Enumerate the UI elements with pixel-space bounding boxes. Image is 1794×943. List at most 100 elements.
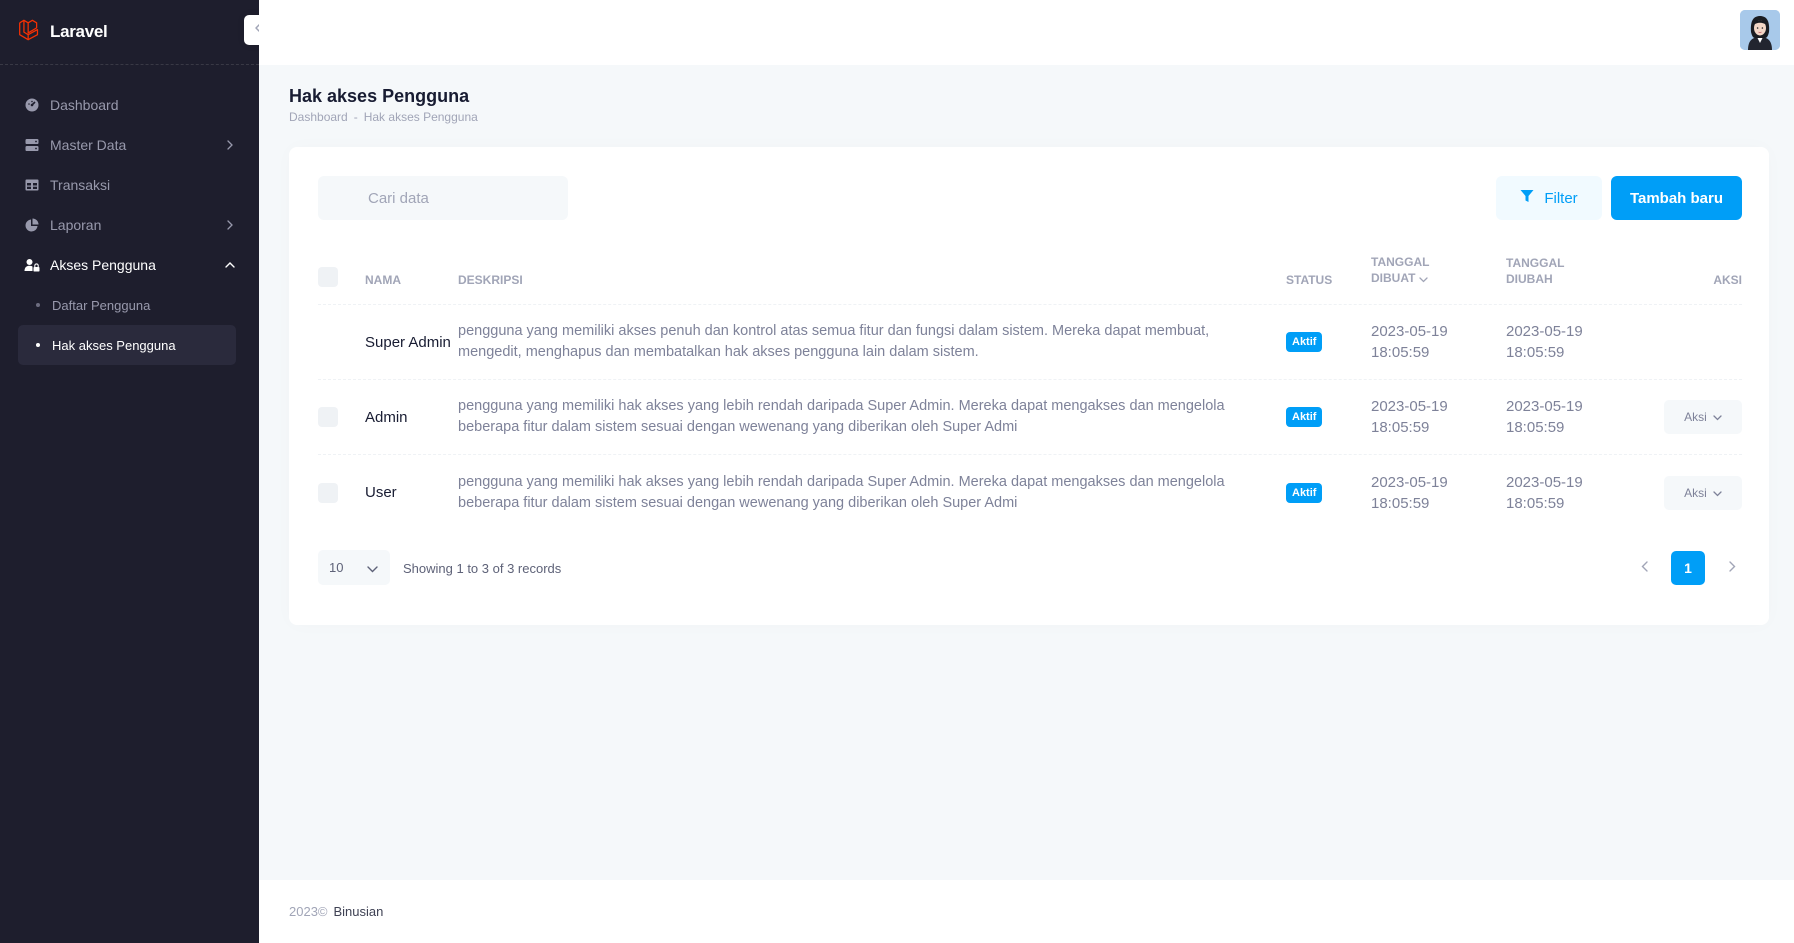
row-action-button[interactable]: Aksi	[1664, 400, 1742, 434]
chevron-down-icon	[367, 561, 378, 576]
search-input[interactable]	[318, 176, 568, 220]
sidebar-item-label: Akses Pengguna	[50, 257, 156, 273]
updated-date-value: 2023-05-19	[1506, 323, 1583, 340]
chevron-up-icon	[225, 260, 235, 270]
sidebar-item-label: Transaksi	[50, 177, 111, 193]
role-name: User	[365, 484, 397, 501]
column-header-updated-line1: TANGGAL	[1506, 256, 1565, 270]
column-header-created-line1: TANGGAL	[1371, 255, 1430, 270]
sidebar: Laravel Dashboard Master Data Transaksi …	[0, 0, 275, 943]
user-lock-icon	[24, 257, 40, 273]
topbar	[259, 0, 1794, 65]
chevron-right-icon	[225, 140, 235, 150]
row-action-label: Aksi	[1684, 485, 1707, 500]
per-page-value: 10	[329, 560, 344, 575]
prev-page-button[interactable]	[1637, 561, 1651, 575]
sidebar-subitem-hak-akses-pengguna[interactable]: Hak akses Pengguna	[18, 325, 236, 365]
roles-card: Filter Tambah baru NAMA DESKRIPSI STATUS…	[289, 147, 1769, 625]
created-date-value: 2023-05-19	[1371, 473, 1448, 491]
table-header: NAMA DESKRIPSI STATUS TANGGAL DIBUAT TAN…	[318, 243, 1742, 305]
table-row: Super Admin pengguna yang memiliki akses…	[318, 305, 1742, 380]
column-header-updated-line2: DIUBAH	[1506, 272, 1553, 286]
server-icon	[24, 137, 40, 153]
sidebar-item-transaksi[interactable]: Transaksi	[0, 165, 259, 205]
table-row: User pengguna yang memiliki hak akses ya…	[318, 455, 1742, 530]
column-header-action: AKSI	[1713, 273, 1742, 287]
sidebar-item-dashboard[interactable]: Dashboard	[0, 85, 259, 125]
sidebar-subitem-label: Hak akses Pengguna	[52, 337, 176, 353]
sidebar-menu: Dashboard Master Data Transaksi Laporan	[0, 65, 259, 365]
pagination: 1	[1637, 551, 1739, 585]
created-time-value: 18:05:59	[1371, 494, 1430, 512]
column-header-status[interactable]: STATUS	[1286, 273, 1371, 287]
updated-date-value: 2023-05-19	[1506, 398, 1583, 415]
breadcrumb: Dashboard - Hak akses Pengguna	[289, 110, 478, 124]
updated-time-value: 18:05:59	[1506, 419, 1565, 436]
sidebar-subitem-label: Daftar Pengguna	[52, 297, 151, 313]
column-header-desc[interactable]: DESKRIPSI	[458, 273, 1286, 287]
app-logo[interactable]: Laravel	[18, 19, 108, 46]
sidebar-item-master-data[interactable]: Master Data	[0, 125, 259, 165]
created-time-value: 18:05:59	[1371, 344, 1430, 361]
sidebar-item-label: Dashboard	[50, 97, 119, 113]
updated-time-value: 18:05:59	[1506, 344, 1565, 361]
role-description: pengguna yang memiliki hak akses yang le…	[458, 398, 1225, 435]
created-date-value: 2023-05-19	[1371, 398, 1448, 415]
footer-year: 2023©	[289, 904, 328, 919]
chevron-down-icon	[1713, 410, 1722, 424]
role-description: pengguna yang memiliki hak akses yang le…	[458, 473, 1225, 511]
created-date-value: 2023-05-19	[1371, 323, 1448, 340]
sidebar-item-label: Master Data	[50, 137, 127, 153]
add-new-button[interactable]: Tambah baru	[1611, 176, 1742, 220]
per-page-select[interactable]: 10	[318, 550, 390, 585]
page-title: Hak akses Pengguna	[289, 86, 470, 106]
chevron-left-icon	[1641, 559, 1648, 577]
sidebar-item-laporan[interactable]: Laporan	[0, 205, 259, 245]
role-description: pengguna yang memiliki akses penuh dan k…	[458, 323, 1210, 360]
table-icon	[24, 177, 40, 193]
filter-button[interactable]: Filter	[1496, 176, 1602, 220]
page-footer: 2023© Binusian	[259, 880, 1794, 943]
bullet-icon	[36, 343, 40, 347]
chevron-right-icon	[1728, 559, 1736, 577]
sidebar-item-label: Laporan	[50, 217, 102, 233]
column-header-name[interactable]: NAMA	[365, 273, 458, 287]
select-all-checkbox[interactable]	[318, 267, 338, 287]
laravel-logo-icon	[18, 19, 40, 46]
next-page-button[interactable]	[1725, 561, 1739, 575]
chevron-down-icon	[1713, 486, 1722, 500]
sidebar-header: Laravel	[0, 0, 275, 65]
updated-date: 2023-05-19 18:05:59	[1506, 396, 1646, 438]
column-header-updated[interactable]: TANGGAL DIUBAH	[1506, 255, 1646, 287]
breadcrumb-item-dashboard[interactable]: Dashboard	[289, 110, 348, 124]
bullet-icon	[36, 303, 40, 307]
column-header-created[interactable]: TANGGAL DIBUAT	[1371, 254, 1506, 287]
status-badge: Aktif	[1286, 332, 1323, 352]
row-action-label: Aksi	[1684, 410, 1707, 424]
user-avatar-icon	[1740, 10, 1780, 50]
pie-chart-icon	[24, 217, 40, 233]
row-action-button[interactable]: Aksi	[1664, 475, 1742, 510]
updated-time-value: 18:05:59	[1506, 494, 1565, 512]
updated-date: 2023-05-19 18:05:59	[1506, 472, 1646, 514]
footer-brand-link[interactable]: Binusian	[334, 904, 384, 919]
logo-text: Laravel	[50, 22, 108, 41]
sidebar-item-akses-pengguna[interactable]: Akses Pengguna	[0, 245, 259, 285]
created-date: 2023-05-19 18:05:59	[1371, 472, 1506, 514]
role-name: Super Admin	[365, 333, 451, 351]
sidebar-subitem-daftar-pengguna[interactable]: Daftar Pengguna	[18, 285, 236, 325]
created-time-value: 18:05:59	[1371, 419, 1430, 436]
row-checkbox[interactable]	[318, 482, 338, 503]
table-row: Admin pengguna yang memiliki hak akses y…	[318, 380, 1742, 455]
status-badge: Aktif	[1286, 482, 1323, 503]
avatar[interactable]	[1740, 10, 1780, 50]
chevron-right-icon	[225, 220, 235, 230]
chevron-down-icon	[1419, 271, 1429, 287]
row-checkbox[interactable]	[318, 407, 338, 427]
breadcrumb-item-current: Hak akses Pengguna	[363, 110, 478, 124]
role-name: Admin	[365, 408, 408, 426]
page-button-current[interactable]: 1	[1671, 551, 1705, 585]
created-date: 2023-05-19 18:05:59	[1371, 396, 1506, 438]
dashboard-icon	[24, 97, 40, 113]
breadcrumb-separator: -	[353, 110, 358, 124]
